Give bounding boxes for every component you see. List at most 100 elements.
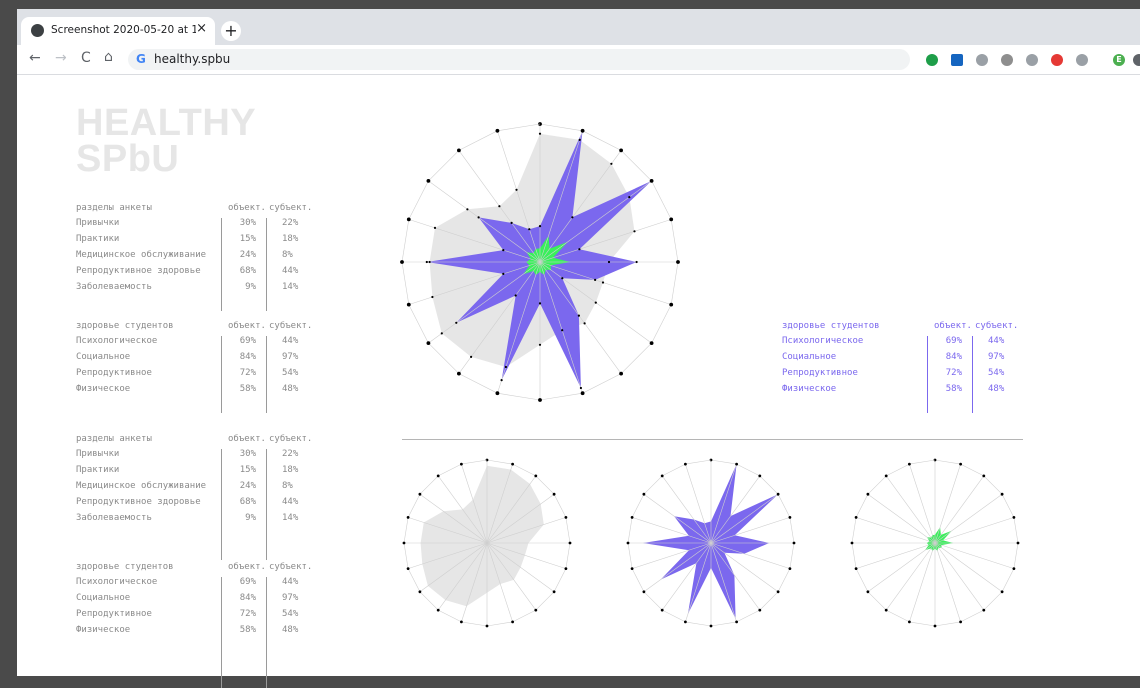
radar-rim [620, 150, 652, 182]
table-cell: Психологическое [76, 336, 158, 346]
table-cell: 44% [282, 336, 299, 346]
radar-axis-dot [619, 371, 623, 376]
radar-chart-small [850, 458, 1020, 628]
radar-rim [419, 475, 439, 495]
radar-axis-dot [788, 567, 792, 570]
dropbox-extension-icon[interactable] [1026, 54, 1038, 66]
table-cell: 54% [282, 609, 299, 619]
table-cell: 69% [239, 577, 256, 587]
new-tab-button[interactable]: + [221, 21, 241, 41]
radar-spoke [934, 542, 1014, 569]
radar-rim [886, 609, 910, 623]
profile-avatar-icon[interactable]: E [1113, 54, 1125, 66]
table-cell: 44% [282, 497, 299, 507]
radar-spoke [934, 464, 961, 544]
radar-rim [512, 609, 536, 623]
radar-axis-dot [460, 620, 463, 624]
table-cell: Психологическое [782, 336, 864, 346]
radar-rim [408, 304, 429, 344]
radar-axis-dot [552, 492, 556, 496]
radar-axis-dot [792, 541, 796, 545]
table-cell: 54% [282, 368, 299, 378]
block-extension-icon[interactable] [1051, 54, 1063, 66]
table-cell: 48% [282, 625, 299, 635]
google-icon: G [136, 52, 146, 66]
table-header-cell: здоровье студентов [782, 321, 880, 331]
radar-axis-dot [959, 462, 962, 466]
radar-axis-dot [660, 608, 664, 612]
table-separator [266, 336, 267, 413]
radar-rim [685, 621, 712, 627]
radar-value-point [510, 221, 513, 224]
radar-value-point [628, 196, 631, 199]
reload-button[interactable]: C [81, 50, 91, 66]
back-button[interactable]: ← [29, 50, 41, 66]
radar-rim [419, 591, 439, 611]
radar-value-point [581, 129, 584, 132]
site-logo: HEALTHY SPbU [76, 104, 256, 178]
table-cell: Социальное [76, 352, 131, 362]
radar-axis-dot [534, 474, 538, 478]
radar-spoke [867, 493, 936, 544]
radar-rim [789, 517, 795, 544]
radar-rim [565, 542, 571, 569]
radar-rim [736, 463, 760, 477]
radar-spoke [934, 493, 1003, 544]
table-cell: 22% [282, 449, 299, 459]
radar-value-point [594, 301, 597, 304]
check-extension-icon[interactable] [926, 54, 938, 66]
radar-value-point [431, 295, 434, 299]
radar-value-point [455, 321, 458, 324]
radar-rim [1001, 494, 1015, 518]
table-separator [266, 218, 267, 311]
radar-rim [497, 123, 541, 132]
browser-tab[interactable]: Screenshot 2020-05-20 at 11. × [21, 17, 215, 45]
table-cell: 58% [239, 384, 256, 394]
radar-rim [886, 463, 910, 477]
table-cell: 54% [988, 368, 1005, 378]
table-separator [266, 449, 267, 560]
radar-value-point [470, 355, 473, 358]
radar-rim [535, 591, 555, 611]
table-separator [221, 336, 222, 413]
table-cell: 44% [988, 336, 1005, 346]
radar-axis-dot [684, 462, 687, 466]
radar-chart-small [626, 458, 796, 628]
table-cell: 44% [282, 577, 299, 587]
menu-extension-icon[interactable] [1133, 54, 1140, 66]
radar-axis-dot [776, 590, 780, 594]
address-bar[interactable]: G healthy.spbu [128, 49, 910, 70]
radar-value-point [577, 314, 580, 317]
radar-rim [539, 392, 583, 401]
camera-extension-icon[interactable] [976, 54, 988, 66]
table-header-cell: объект. [228, 562, 266, 572]
radar-rim [627, 542, 633, 569]
radar-axis-dot [1012, 516, 1016, 519]
circle-extension-icon[interactable] [1001, 54, 1013, 66]
table-cell: 84% [239, 593, 256, 603]
radar-rim [736, 609, 760, 623]
radar-value-point [538, 343, 542, 346]
gauge-extension-icon[interactable] [1076, 54, 1088, 66]
table-cell: 44% [282, 266, 299, 276]
radar-rim [1001, 568, 1015, 592]
radar-axis-dot [866, 492, 870, 496]
tab-close-button[interactable]: × [196, 21, 207, 36]
forward-button[interactable]: → [55, 50, 67, 66]
radar-value-point [504, 365, 507, 369]
table-separator [221, 449, 222, 560]
table-header-cell: здоровье студентов [76, 321, 174, 331]
home-button[interactable]: ⌂ [104, 49, 113, 65]
table-cell: Заболеваемость [76, 282, 152, 292]
radar-axis-dot [669, 217, 674, 222]
radar-axis-dot [568, 541, 572, 545]
radar-spoke [885, 475, 936, 544]
s-extension-icon[interactable] [951, 54, 963, 66]
table-header-cell: субъект. [269, 321, 313, 331]
radar-axis-dot [630, 567, 634, 570]
radar-axis-dot [884, 474, 888, 478]
url-text: healthy.spbu [154, 52, 231, 66]
radar-axis-dot [406, 567, 410, 570]
radar-rim [710, 459, 737, 465]
radar-rim [565, 517, 571, 544]
